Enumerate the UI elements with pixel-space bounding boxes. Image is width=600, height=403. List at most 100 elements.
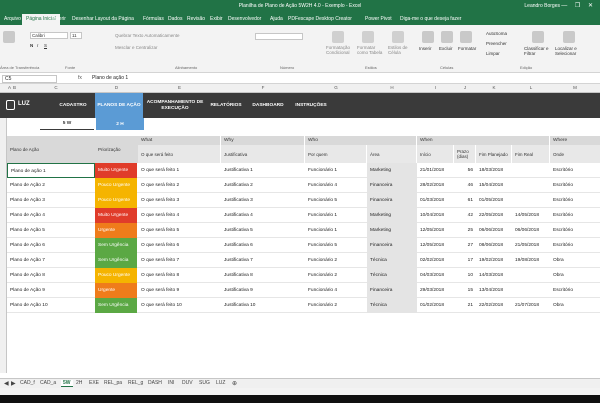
cell-onde[interactable]: Escritório <box>550 193 600 208</box>
cell-fim-planejado[interactable]: 13/04/2018 <box>476 283 512 298</box>
cell-inicio[interactable]: 12/05/2018 <box>417 238 454 253</box>
cell-priorizacao[interactable]: Pouco Urgente <box>95 178 137 193</box>
delete-cells-icon[interactable] <box>441 31 453 43</box>
tab-draw[interactable]: Desenhar <box>72 16 94 22</box>
cell-o-que[interactable]: O que será feito 10 <box>138 298 221 313</box>
cell-o-que[interactable]: O que será feito 9 <box>138 283 221 298</box>
number-format-select[interactable] <box>255 33 303 40</box>
cell-o-que[interactable]: O que será feito 8 <box>138 268 221 283</box>
formula-input[interactable]: Plano de ação 1 <box>92 75 128 81</box>
sheet-tab-5w[interactable]: 5W <box>61 380 73 387</box>
cell-justificativa[interactable]: Justificativa 10 <box>221 298 305 313</box>
col-g[interactable]: G <box>305 85 367 90</box>
cell-priorizacao[interactable]: Muito Urgente <box>95 208 137 223</box>
find-select-button[interactable]: Localizar e Selecionar <box>555 46 585 56</box>
cell-plano[interactable]: Plano de Ação 4 <box>7 208 95 223</box>
cell-onde[interactable]: Escritório <box>550 208 600 223</box>
cell-o-que[interactable]: O que será feito 4 <box>138 208 221 223</box>
paste-icon[interactable] <box>3 31 15 43</box>
cell-prazo[interactable]: 21 <box>454 298 476 313</box>
sheet-tab-sug[interactable]: SUG <box>199 380 210 386</box>
tab-file[interactable]: Arquivo <box>4 16 21 22</box>
cell-prazo[interactable]: 27 <box>454 238 476 253</box>
tab-view[interactable]: Exibir <box>210 16 223 22</box>
cell-onde[interactable]: Escritório <box>550 283 600 298</box>
cell-fim-real[interactable]: 21/05/2018 <box>512 238 550 253</box>
cell-plano[interactable]: Plano de Ação 9 <box>7 283 95 298</box>
merge-center-button[interactable]: Mesclar e Centralizar <box>115 45 158 50</box>
cell-fim-planejado[interactable]: 15/04/2018 <box>476 178 512 193</box>
col-e[interactable]: E <box>138 85 221 90</box>
cell-justificativa[interactable]: Justificativa 6 <box>221 238 305 253</box>
sheet-tab-luz[interactable]: LUZ <box>216 380 225 386</box>
cell-inicio[interactable]: 29/03/2018 <box>417 283 454 298</box>
nav-relatorios[interactable]: RELATÓRIOS <box>207 93 245 118</box>
name-box[interactable]: C5 <box>2 75 57 83</box>
cell-area[interactable]: Financeira <box>367 178 417 193</box>
col-h[interactable]: H <box>367 85 417 90</box>
cell-inicio[interactable]: 28/02/2018 <box>417 178 454 193</box>
cell-por-quem[interactable]: Funcionário 2 <box>305 253 367 268</box>
cell-plano[interactable]: Plano de Ação 10 <box>7 298 95 313</box>
cell-inicio[interactable]: 02/02/2018 <box>417 253 454 268</box>
cell-prazo[interactable]: 61 <box>454 193 476 208</box>
cell-prazo[interactable]: 17 <box>454 253 476 268</box>
cell-onde[interactable]: Escritório <box>550 238 600 253</box>
cell-justificativa[interactable]: Justificativa 3 <box>221 193 305 208</box>
sheet-tab-ini[interactable]: INI <box>168 380 174 386</box>
cell-onde[interactable]: Escritório <box>550 178 600 193</box>
cell-priorizacao[interactable]: Urgente <box>95 223 137 238</box>
tab-power-pivot[interactable]: Power Pivot <box>365 16 392 22</box>
cell-area[interactable]: Marketing <box>367 223 417 238</box>
nav-cadastro[interactable]: CADASTRO <box>52 93 94 118</box>
tell-me-search[interactable]: Diga-me o que deseja fazer <box>400 16 461 22</box>
cell-justificativa[interactable]: Justificativa 5 <box>221 223 305 238</box>
cell-styles-button[interactable]: Estilos de Célula <box>388 45 414 55</box>
sheet-tab-rel-g[interactable]: REL_g <box>128 380 143 386</box>
sort-filter-button[interactable]: Classificar e Filtrar <box>524 46 552 56</box>
tab-data[interactable]: Dados <box>168 16 182 22</box>
fx-icon[interactable]: fx <box>78 75 82 81</box>
cell-area[interactable]: Marketing <box>367 208 417 223</box>
fill-button[interactable]: Preencher <box>486 41 507 46</box>
sort-filter-icon[interactable] <box>532 31 544 43</box>
find-select-icon[interactable] <box>563 31 575 43</box>
sheet-next-icon[interactable]: ▶ <box>11 380 16 387</box>
sheet-prev-icon[interactable]: ◀ <box>4 380 9 387</box>
cell-fim-planejado[interactable]: 06/06/2018 <box>476 223 512 238</box>
cell-prazo[interactable]: 15 <box>454 283 476 298</box>
cell-fim-planejado[interactable]: 01/05/2018 <box>476 193 512 208</box>
cell-area[interactable]: Técnica <box>367 268 417 283</box>
font-name-select[interactable]: Calibri <box>30 32 68 39</box>
conditional-format-icon[interactable] <box>332 31 344 43</box>
cell-area[interactable]: Financeira <box>367 283 417 298</box>
sub-tab-5w[interactable]: 5 W <box>40 118 94 130</box>
cell-por-quem[interactable]: Funcionário 4 <box>305 178 367 193</box>
italic-button[interactable]: I <box>37 43 38 48</box>
format-cells-button[interactable]: Formatar <box>458 46 476 51</box>
conditional-format-button[interactable]: Formatação Condicional <box>326 45 350 55</box>
cell-por-quem[interactable]: Funcionário 4 <box>305 283 367 298</box>
col-m[interactable]: M <box>550 85 600 90</box>
tab-page-layout[interactable]: Layout da Página <box>95 16 134 22</box>
col-j[interactable]: J <box>454 85 476 90</box>
cell-o-que[interactable]: O que será feito 2 <box>138 178 221 193</box>
cell-inicio[interactable]: 04/03/2018 <box>417 268 454 283</box>
tab-pdfescape[interactable]: PDFescape Desktop Creator <box>288 16 352 22</box>
tab-help[interactable]: Ajuda <box>270 16 283 22</box>
cell-por-quem[interactable]: Funcionário 1 <box>305 163 367 178</box>
cell-fim-planejado[interactable]: 08/06/2018 <box>476 238 512 253</box>
cell-fim-planejado[interactable]: 22/05/2018 <box>476 208 512 223</box>
cell-justificativa[interactable]: Justificativa 8 <box>221 268 305 283</box>
cell-fim-real[interactable] <box>512 283 550 298</box>
cell-priorizacao[interactable]: Pouco Urgente <box>95 268 137 283</box>
cell-fim-real[interactable]: 06/06/2018 <box>512 223 550 238</box>
cell-fim-planejado[interactable]: 19/02/2018 <box>476 253 512 268</box>
col-k[interactable]: K <box>476 85 512 90</box>
tab-insert[interactable]: Inserir <box>52 16 66 22</box>
sheet-tab-rel-pa[interactable]: REL_pa <box>104 380 122 386</box>
cell-fim-planejado[interactable]: 14/03/2018 <box>476 268 512 283</box>
col-c[interactable]: C <box>17 85 95 90</box>
cell-inicio[interactable]: 10/04/2018 <box>417 208 454 223</box>
format-table-button[interactable]: Formatar como Tabela <box>357 45 383 55</box>
